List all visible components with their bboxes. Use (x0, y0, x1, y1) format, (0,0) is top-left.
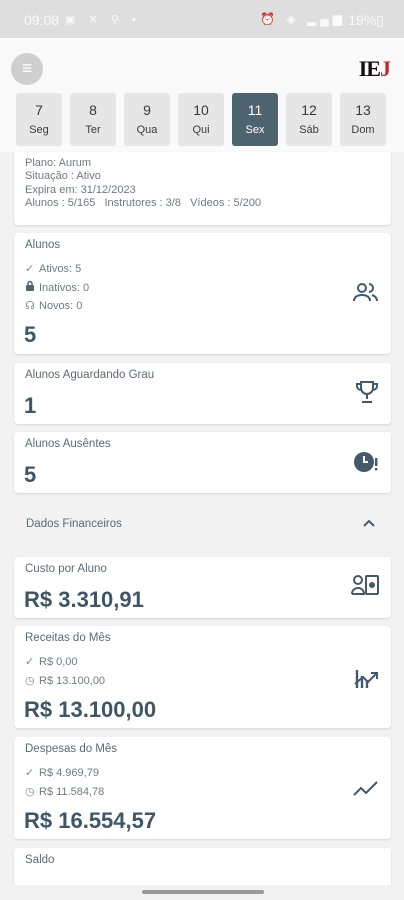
alunos-card[interactable]: Alunos ✓ Ativos: 5 Inativos: 0 ☊ Novos: 0 … (14, 233, 391, 354)
ativos-line: ✓ Ativos: 5 (25, 263, 82, 275)
day-item-seg[interactable]: 7 Seg (16, 93, 62, 146)
clock-alert-icon (353, 449, 379, 480)
plan-limits: Alunos : 5/165 Instrutores : 3/8 Vídeos … (25, 197, 262, 209)
card-title: Saldo (25, 854, 55, 866)
aguardando-total: 1 (24, 393, 37, 418)
despesas-pendente-line: ◷ R$ 11.584,78 (25, 786, 105, 798)
day-label: Dom (351, 124, 375, 136)
day-number: 13 (355, 102, 371, 118)
plan-expiry: Expira em: 31/12/2023 (25, 184, 136, 196)
system-icons: ⏰ ◈ ▂▄▆ (260, 12, 346, 26)
person-card-icon (351, 574, 379, 601)
alunos-total: 5 (24, 322, 37, 347)
inativos-line: Inativos: 0 (25, 280, 89, 294)
chevron-up-icon[interactable] (363, 514, 375, 530)
status-bar: 09:08 ▣ ✕ ⚲ • ⏰ ◈ ▂▄▆ 19%▯ (0, 0, 404, 38)
day-number: 12 (301, 102, 317, 118)
day-number: 11 (247, 102, 263, 118)
card-title: Receitas do Mês (25, 632, 111, 644)
day-item-qui[interactable]: 10 Qui (178, 93, 224, 146)
day-label: Qua (136, 124, 158, 136)
day-item-sab[interactable]: 12 Sáb (286, 93, 332, 146)
lock-icon (25, 280, 39, 294)
day-selector: 7 Seg 8 Ter 9 Qua 10 Qui 11 Sex 12 Sáb 1… (0, 90, 404, 152)
day-label: Qui (192, 124, 210, 136)
day-item-qua[interactable]: 9 Qua (124, 93, 170, 146)
custo-aluno-card[interactable]: Custo por Aluno R$ 3.310,91 (14, 557, 391, 618)
receitas-pago-line: ✓ R$ 0,00 (25, 656, 78, 668)
day-number: 9 (143, 102, 151, 118)
ausentes-total: 5 (24, 462, 37, 487)
menu-icon: ≡ (21, 58, 33, 78)
clock-icon: ◷ (25, 675, 35, 687)
day-label: Seg (29, 124, 49, 136)
card-title: Alunos Aguardando Grau (25, 369, 155, 381)
check-icon: ✓ (25, 767, 35, 779)
aguardando-grau-card[interactable]: Alunos Aguardando Grau 1 (14, 363, 391, 424)
day-item-sex[interactable]: 11 Sex (232, 93, 278, 146)
app-logo: IEJ (358, 56, 391, 81)
day-number: 10 (193, 102, 209, 118)
day-item-dom[interactable]: 13 Dom (340, 93, 386, 146)
receitas-card[interactable]: Receitas do Mês ✓ R$ 0,00 ◷ R$ 13.100,00 R… (14, 626, 391, 728)
menu-button[interactable]: ≡ (11, 53, 43, 85)
day-label: Sáb (299, 124, 319, 136)
new-user-icon: ☊ (25, 300, 35, 312)
receitas-value: R$ 13.100,00 (24, 697, 157, 722)
status-time: 09:08 (24, 12, 60, 28)
plan-name: Plano: Aurum (25, 157, 92, 169)
section-title: Dados Financeiros (26, 518, 122, 530)
chart-up-icon (353, 666, 379, 695)
day-number: 8 (89, 102, 97, 118)
app-header: ≡ IEJ (0, 38, 404, 90)
clock-icon: ◷ (25, 786, 35, 798)
card-title: Custo por Aluno (25, 563, 107, 575)
receitas-pendente-line: ◷ R$ 13.100,00 (25, 675, 106, 687)
despesas-pago-line: ✓ R$ 4.969,79 (25, 767, 99, 779)
despesas-card[interactable]: Despesas do Mês ✓ R$ 4.969,79 ◷ R$ 11.584,… (14, 737, 391, 839)
card-title: Alunos (25, 239, 61, 251)
battery-indicator: 19%▯ (348, 12, 384, 28)
ausentes-card[interactable]: Alunos Ausêntes 5 (14, 432, 391, 493)
trophy-icon (355, 380, 379, 409)
despesas-value: R$ 16.554,57 (24, 808, 157, 833)
day-label: Ter (85, 124, 101, 136)
day-number: 7 (35, 102, 43, 118)
card-title: Alunos Ausêntes (25, 438, 111, 450)
novos-line: ☊ Novos: 0 (25, 300, 83, 312)
card-title: Despesas do Mês (25, 743, 118, 755)
financeiro-section-header[interactable]: Dados Financeiros (14, 500, 391, 548)
check-icon: ✓ (25, 263, 35, 275)
home-indicator[interactable] (142, 890, 264, 894)
custo-value: R$ 3.310,91 (24, 587, 144, 612)
plan-card: Plano: Aurum Situação : Ativo Expira em:… (14, 152, 391, 225)
gesture-bar (0, 885, 404, 900)
trend-icon (353, 779, 379, 802)
day-label: Sex (245, 124, 265, 136)
notification-icons: ▣ ✕ ⚲ • (65, 14, 141, 26)
group-icon (353, 281, 379, 308)
plan-status: Situação : Ativo (25, 170, 101, 182)
check-icon: ✓ (25, 656, 35, 668)
day-item-ter[interactable]: 8 Ter (70, 93, 116, 146)
